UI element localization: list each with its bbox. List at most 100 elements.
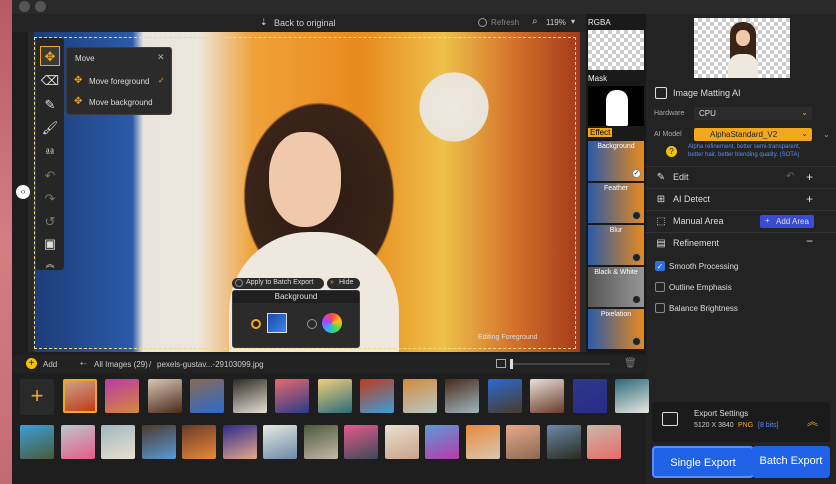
- batch-export-button[interactable]: Batch Export: [752, 446, 830, 478]
- expand-up-icon[interactable]: ︽: [807, 413, 818, 429]
- expand-plus-icon[interactable]: +: [806, 192, 813, 206]
- brush-tool-icon[interactable]: 🖌: [40, 118, 60, 138]
- gallery-thumbnail[interactable]: [487, 379, 522, 413]
- smooth-processing-option[interactable]: ✓ Smooth Processing: [646, 259, 836, 277]
- balance-brightness-checkbox[interactable]: [655, 303, 665, 313]
- minimize-window-button[interactable]: [35, 1, 46, 12]
- gallery-thumbnail[interactable]: [105, 379, 139, 413]
- effect-feather[interactable]: Feather: [588, 183, 644, 223]
- trash-icon[interactable]: 🗑: [624, 358, 637, 369]
- gallery-thumbnail[interactable]: [384, 425, 419, 459]
- add-area-button[interactable]: + Add Area: [760, 215, 814, 228]
- effect-black-white[interactable]: Black & White: [588, 267, 644, 307]
- undo-icon[interactable]: ↶: [40, 166, 60, 186]
- gallery-thumbnail[interactable]: [60, 425, 95, 459]
- gallery-thumbnail[interactable]: [101, 425, 135, 459]
- gallery-thumbnail[interactable]: [232, 379, 267, 413]
- smooth-processing-checkbox[interactable]: ✓: [655, 261, 665, 271]
- paint-roller-icon[interactable]: ⎂: [40, 141, 60, 161]
- single-export-button[interactable]: Single Export: [652, 446, 754, 478]
- redo-icon[interactable]: ↷: [40, 189, 60, 209]
- gallery-thumbnail[interactable]: [62, 379, 97, 413]
- background-custom-radio[interactable]: [307, 319, 317, 329]
- move-foreground-icon: ✥: [74, 75, 83, 86]
- background-original-swatch[interactable]: [267, 313, 287, 333]
- export-settings[interactable]: Export Settings 5120 X 3840 PNG [8 bits]…: [652, 402, 830, 442]
- slider-handle[interactable]: [510, 359, 513, 369]
- back-arrow-icon[interactable]: ⇠: [80, 359, 87, 368]
- thumbnail-size-slider[interactable]: [510, 363, 610, 365]
- effect-pixelation[interactable]: Pixelation: [588, 309, 644, 349]
- zoom-icon[interactable]: ⌕: [532, 16, 538, 27]
- model-select[interactable]: AlphaStandard_V2 ⌄: [694, 128, 812, 141]
- gallery-thumbnail[interactable]: [587, 425, 621, 459]
- gallery-thumbnail[interactable]: [317, 379, 352, 413]
- effect-background[interactable]: Background ✓: [588, 141, 644, 181]
- undo-icon[interactable]: ↶: [786, 171, 794, 182]
- hardware-select[interactable]: CPU ⌄: [694, 107, 812, 120]
- move-background-option[interactable]: ✥ Move background: [67, 93, 171, 111]
- refresh-icon[interactable]: [478, 18, 487, 27]
- gallery-thumbnail[interactable]: [506, 425, 540, 459]
- collapse-minus-icon[interactable]: −: [806, 234, 813, 248]
- zoom-level[interactable]: 119%: [546, 18, 566, 27]
- apply-to-batch-button[interactable]: Apply to Batch Export: [232, 278, 324, 289]
- gallery-thumbnail[interactable]: [546, 425, 581, 459]
- close-window-button[interactable]: [19, 1, 30, 12]
- gallery-thumbnail[interactable]: [465, 425, 500, 459]
- outline-emphasis-checkbox[interactable]: [655, 282, 665, 292]
- gallery-thumbnail[interactable]: [20, 425, 54, 459]
- model-value: AlphaStandard_V2: [710, 130, 778, 139]
- refinement-section[interactable]: ▤ Refinement −: [646, 232, 836, 254]
- back-to-original-button[interactable]: Back to original: [274, 18, 336, 28]
- rgba-thumbnail[interactable]: [588, 30, 644, 70]
- help-icon[interactable]: ?: [666, 146, 677, 157]
- move-tool-icon[interactable]: ✥: [40, 46, 60, 66]
- add-images-button[interactable]: Add: [43, 360, 57, 369]
- mask-label: Mask: [588, 74, 608, 83]
- expand-plus-icon[interactable]: +: [806, 170, 813, 184]
- gallery-thumbnail[interactable]: [141, 425, 176, 459]
- pen-tool-icon[interactable]: ✎: [40, 95, 60, 115]
- effect-blur[interactable]: Blur: [588, 225, 644, 265]
- hide-button[interactable]: » Hide: [327, 278, 360, 289]
- gallery-thumbnail[interactable]: [190, 379, 224, 413]
- manual-area-label: Manual Area: [673, 216, 724, 226]
- gallery-thumbnail[interactable]: [445, 379, 479, 413]
- fit-screen-icon[interactable]: ▣: [40, 234, 60, 254]
- outline-emphasis-option[interactable]: Outline Emphasis: [646, 280, 836, 298]
- close-icon[interactable]: ✕: [157, 52, 165, 63]
- gallery-thumbnail[interactable]: [275, 379, 309, 413]
- gallery-thumbnail[interactable]: [425, 425, 459, 459]
- eraser-tool-icon[interactable]: ⌫: [40, 71, 60, 91]
- collapse-tools-icon[interactable]: ︽: [40, 254, 60, 274]
- add-image-tile[interactable]: +: [20, 379, 54, 415]
- gallery-thumbnail[interactable]: [147, 379, 182, 413]
- gallery-thumbnail[interactable]: [344, 425, 378, 459]
- compare-slider-handle[interactable]: ‹›: [16, 185, 30, 199]
- add-icon[interactable]: +: [26, 358, 37, 369]
- background-original-radio[interactable]: [251, 319, 261, 329]
- gallery-thumbnail[interactable]: [263, 425, 297, 459]
- gallery-thumbnail[interactable]: [572, 379, 607, 413]
- zoom-dropdown-icon[interactable]: ▾: [571, 17, 575, 26]
- reset-icon[interactable]: ↺: [40, 212, 60, 232]
- move-foreground-option[interactable]: ✥ Move foreground ✓: [67, 72, 171, 90]
- result-preview[interactable]: [694, 18, 790, 78]
- edit-section[interactable]: ✎ Edit ↶ +: [646, 166, 836, 188]
- gallery-thumbnail[interactable]: [303, 425, 338, 459]
- gallery-thumbnail[interactable]: [615, 379, 649, 413]
- chevron-down-icon[interactable]: ⌄: [823, 130, 830, 139]
- gallery-thumbnail[interactable]: [222, 425, 257, 459]
- gallery-thumbnail[interactable]: [530, 379, 564, 413]
- move-background-icon: ✥: [74, 96, 83, 107]
- gallery-thumbnail[interactable]: [360, 379, 394, 413]
- color-picker-icon[interactable]: [322, 313, 342, 333]
- gallery-thumbnail[interactable]: [402, 379, 437, 413]
- refresh-button[interactable]: Refresh: [491, 18, 519, 27]
- balance-brightness-option[interactable]: Balance Brightness: [646, 301, 836, 319]
- mask-thumbnail[interactable]: [588, 86, 644, 126]
- gallery-thumbnail[interactable]: [182, 425, 216, 459]
- all-images-link[interactable]: All Images (29): [94, 360, 148, 369]
- ai-detect-section[interactable]: ⊞ AI Detect +: [646, 188, 836, 210]
